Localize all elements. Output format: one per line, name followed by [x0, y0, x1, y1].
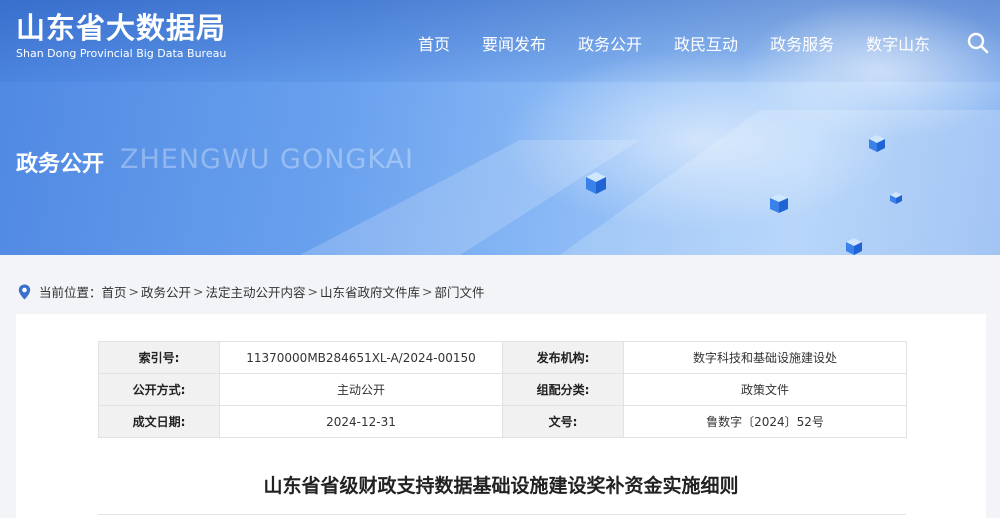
doc-no-value: 鲁数字〔2024〕52号 — [623, 405, 907, 438]
logo-title: 山东省大数据局 — [16, 11, 227, 45]
table-row: 索引号: 11370000MB284651XL-A/2024-00150 发布机… — [98, 341, 907, 374]
doc-no-label: 文号: — [502, 405, 624, 438]
nav-interaction[interactable]: 政民互动 — [674, 31, 738, 55]
nav-services[interactable]: 政务服务 — [770, 31, 834, 55]
breadcrumb-separator: > — [422, 284, 433, 299]
site-logo[interactable]: 山东省大数据局 Shan Dong Provincial Big Data Bu… — [16, 8, 226, 60]
breadcrumb-document-library[interactable]: 山东省政府文件库 — [320, 282, 420, 301]
document-title: 山东省省级财政支持数据基础设施建设奖补资金实施细则 — [263, 475, 739, 497]
document-meta-table: 索引号: 11370000MB284651XL-A/2024-00150 发布机… — [98, 341, 907, 438]
category-value: 政策文件 — [623, 373, 907, 406]
date-value: 2024-12-31 — [219, 405, 503, 438]
breadcrumb-separator: > — [128, 284, 140, 299]
index-no-value: 11370000MB284651XL-A/2024-00150 — [219, 341, 503, 374]
table-row: 成文日期: 2024-12-31 文号: 鲁数字〔2024〕52号 — [98, 405, 907, 438]
banner-title: 政务公开 — [16, 152, 105, 177]
issuer-value: 数字科技和基础设施建设处 — [623, 341, 907, 374]
breadcrumb-statutory-content[interactable]: 法定主动公开内容 — [206, 282, 306, 301]
breadcrumb-separator: > — [307, 284, 319, 299]
issuer-label: 发布机构: — [502, 341, 624, 374]
date-label: 成文日期: — [98, 405, 220, 438]
header-banner: 山东省大数据局 Shan Dong Provincial Big Data Bu… — [0, 0, 1000, 255]
nav-gov-affairs[interactable]: 政务公开 — [578, 31, 642, 55]
location-icon — [18, 284, 31, 299]
banner-subtitle: ZHENGWU GONGKAI — [120, 144, 414, 175]
breadcrumb-prefix: 当前位置： — [39, 285, 102, 300]
main-nav: 首页 要闻发布 政务公开 政民互动 政务服务 数字山东 — [418, 31, 962, 55]
breadcrumb-gov-affairs[interactable]: 政务公开 — [141, 282, 191, 301]
breadcrumb-home[interactable]: 首页 — [102, 282, 127, 301]
logo-subtitle: Shan Dong Provincial Big Data Bureau — [16, 47, 227, 60]
nav-home[interactable]: 首页 — [418, 31, 450, 55]
breadcrumb: 当前位置： 首页 > 政务公开 > 法定主动公开内容 > 山东省政府文件库 > … — [18, 282, 485, 301]
table-row: 公开方式: 主动公开 组配分类: 政策文件 — [98, 373, 907, 406]
cube-icon — [770, 194, 788, 213]
index-no-label: 索引号: — [98, 341, 220, 374]
category-label: 组配分类: — [502, 373, 624, 406]
divider — [98, 514, 906, 515]
document-card: 索引号: 11370000MB284651XL-A/2024-00150 发布机… — [16, 314, 986, 518]
nav-news[interactable]: 要闻发布 — [482, 31, 546, 55]
breadcrumb-dept-documents[interactable]: 部门文件 — [435, 282, 485, 301]
open-mode-value: 主动公开 — [219, 373, 503, 406]
nav-digital-shandong[interactable]: 数字山东 — [866, 31, 930, 55]
search-icon[interactable] — [967, 32, 989, 54]
open-mode-label: 公开方式: — [98, 373, 220, 406]
breadcrumb-separator: > — [193, 284, 204, 299]
